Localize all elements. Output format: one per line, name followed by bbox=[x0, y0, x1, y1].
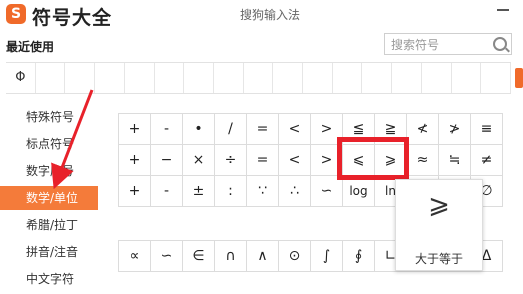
symbol-cell[interactable]: ∮ bbox=[343, 241, 375, 272]
symbol-cell[interactable]: / bbox=[215, 114, 247, 145]
annotation-highlight-box bbox=[337, 137, 409, 180]
recent-symbol-cell[interactable] bbox=[362, 63, 393, 93]
recent-symbol-cell[interactable] bbox=[452, 63, 482, 93]
recent-symbol-cell[interactable] bbox=[244, 63, 274, 93]
symbol-cell[interactable]: ≠ bbox=[471, 145, 503, 176]
symbol-cell[interactable]: ∝ bbox=[119, 241, 151, 272]
recent-symbol-cell[interactable] bbox=[95, 63, 125, 93]
recent-symbol-cell[interactable] bbox=[184, 63, 214, 93]
symbol-cell[interactable]: - bbox=[151, 114, 183, 145]
title-bar: S 符号大全 搜狗输入法 bbox=[0, 0, 523, 29]
symbol-cell[interactable]: = bbox=[247, 145, 279, 176]
sidebar-item[interactable]: 希腊/拉丁 bbox=[0, 213, 98, 237]
symbol-cell[interactable]: = bbox=[247, 114, 279, 145]
sogou-logo-icon: S bbox=[6, 4, 26, 24]
symbol-cell[interactable]: ∈ bbox=[183, 241, 215, 272]
symbol-cell[interactable]: + bbox=[119, 114, 151, 145]
minimize-icon[interactable] bbox=[497, 9, 509, 11]
recent-symbol-cell[interactable] bbox=[481, 63, 511, 93]
recent-symbol-cell[interactable] bbox=[333, 63, 363, 93]
search-input[interactable] bbox=[385, 35, 491, 55]
scrollbar-thumb[interactable] bbox=[515, 68, 523, 88]
tooltip-name: 大于等于 bbox=[414, 252, 463, 266]
recent-symbol-cell[interactable] bbox=[273, 63, 304, 93]
sidebar-item[interactable]: 标点符号 bbox=[0, 132, 98, 156]
recent-symbol-cell[interactable] bbox=[422, 63, 452, 93]
symbol-cell[interactable]: ∴ bbox=[279, 176, 311, 207]
symbol-cell[interactable]: < bbox=[279, 114, 311, 145]
sidebar-item[interactable]: 中文字符 bbox=[0, 267, 98, 291]
recent-symbol-cell[interactable] bbox=[392, 63, 422, 93]
search-box[interactable] bbox=[384, 33, 512, 55]
symbol-cell[interactable]: < bbox=[279, 145, 311, 176]
app-title: 符号大全 bbox=[32, 7, 113, 29]
tooltip-symbol: ⩾ bbox=[428, 190, 450, 220]
symbol-cell[interactable]: log bbox=[343, 176, 375, 207]
recent-symbol-cell[interactable] bbox=[36, 63, 66, 93]
sidebar-item[interactable]: 数字序号 bbox=[0, 159, 98, 183]
symbol-cell[interactable]: ∵ bbox=[247, 176, 279, 207]
recent-symbol-cell[interactable] bbox=[65, 63, 96, 93]
symbol-cell[interactable]: - bbox=[151, 176, 183, 207]
sidebar-item[interactable]: 特殊符号 bbox=[0, 105, 98, 129]
recent-symbol-cell[interactable]: Φ bbox=[6, 63, 36, 93]
symbol-cell[interactable]: ≯ bbox=[439, 114, 471, 145]
sidebar-item[interactable]: 数学/单位 bbox=[0, 186, 98, 210]
symbol-cell[interactable]: − bbox=[151, 145, 183, 176]
recent-label: 最近使用 bbox=[6, 40, 55, 54]
symbol-cell[interactable]: ≈ bbox=[407, 145, 439, 176]
recent-symbol-cell[interactable] bbox=[155, 63, 185, 93]
window-title: 搜狗输入法 bbox=[240, 8, 301, 22]
symbol-cell[interactable]: ∽ bbox=[151, 241, 183, 272]
symbol-row: + − × ÷ = < > ⩽ ⩾ ≈ ≒ ≠ bbox=[119, 145, 503, 176]
symbol-tooltip: ⩾ 大于等于 bbox=[395, 179, 483, 271]
recent-symbols-row: Φ bbox=[6, 62, 511, 94]
search-icon[interactable] bbox=[493, 37, 507, 51]
recent-symbol-cell[interactable] bbox=[125, 63, 155, 93]
symbol-cell[interactable]: ⊙ bbox=[279, 241, 311, 272]
symbol-cell[interactable]: ∫ bbox=[311, 241, 343, 272]
symbol-cell[interactable]: ≮ bbox=[407, 114, 439, 145]
symbol-cell[interactable]: : bbox=[215, 176, 247, 207]
symbol-cell[interactable]: × bbox=[183, 145, 215, 176]
symbol-cell[interactable]: ∧ bbox=[247, 241, 279, 272]
symbol-cell[interactable]: ≡ bbox=[471, 114, 503, 145]
symbol-row: + - • / = < > ≦ ≧ ≮ ≯ ≡ bbox=[119, 114, 503, 145]
symbol-cell[interactable]: ∽ bbox=[311, 176, 343, 207]
symbol-cell[interactable]: + bbox=[119, 176, 151, 207]
symbol-cell[interactable]: ± bbox=[183, 176, 215, 207]
symbol-cell[interactable]: + bbox=[119, 145, 151, 176]
recent-symbol-cell[interactable] bbox=[303, 63, 333, 93]
symbol-cell[interactable]: • bbox=[183, 114, 215, 145]
category-sidebar: 特殊符号标点符号数字序号数学/单位希腊/拉丁拼音/注音中文字符 bbox=[0, 105, 98, 294]
symbol-cell[interactable]: ÷ bbox=[215, 145, 247, 176]
sidebar-item[interactable]: 拼音/注音 bbox=[0, 240, 98, 264]
recent-symbol-cell[interactable] bbox=[214, 63, 244, 93]
symbol-cell[interactable]: ≒ bbox=[439, 145, 471, 176]
symbol-cell[interactable]: ∩ bbox=[215, 241, 247, 272]
